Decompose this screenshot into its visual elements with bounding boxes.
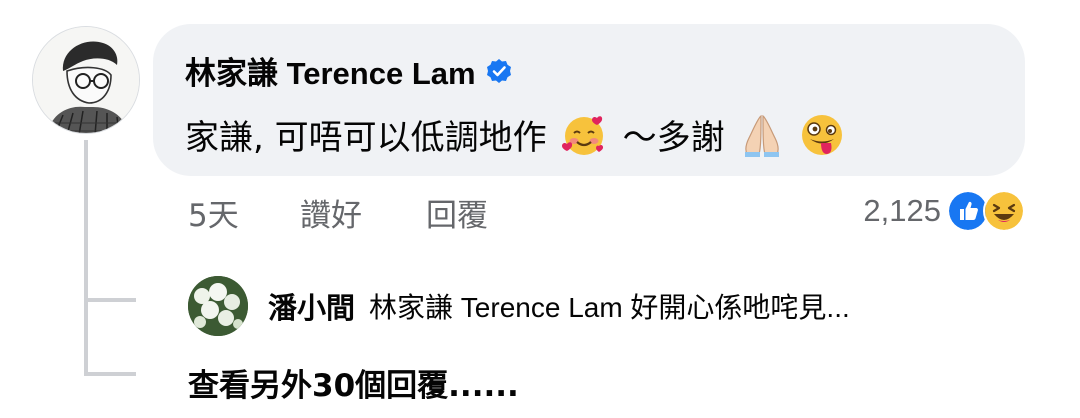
reaction-summary[interactable]: 2,125 — [863, 190, 1025, 232]
thread-line-branch-reply — [84, 298, 136, 302]
reply-author-name[interactable]: 潘小間 — [268, 285, 355, 327]
smiling-face-with-hearts-icon — [561, 115, 603, 155]
thread-line-branch-more — [84, 372, 136, 376]
reply-preview[interactable]: 潘小間 林家謙 Terence Lam 好開心係吔咤見... — [188, 276, 850, 336]
comment-author-row: 林家謙 Terence Lam — [185, 48, 512, 93]
zany-face-icon — [801, 114, 842, 155]
reply-author-avatar[interactable] — [188, 276, 248, 336]
commenter-avatar[interactable] — [32, 26, 140, 134]
thread-line-vertical — [84, 140, 88, 376]
haha-icon — [983, 190, 1025, 232]
like-button[interactable]: 讚好 — [300, 190, 362, 235]
verified-badge-icon — [486, 58, 511, 83]
comment-text-after: ～多謝 — [622, 118, 725, 158]
folded-hands-icon — [744, 114, 779, 157]
reply-text: 林家謙 Terence Lam 好開心係吔咤見... — [369, 292, 850, 323]
comment-author-name[interactable]: 林家謙 Terence Lam — [185, 48, 476, 93]
view-more-replies-link[interactable]: 查看另外30個回覆...... — [188, 360, 519, 405]
reaction-count: 2,125 — [863, 193, 941, 228]
reply-button[interactable]: 回覆 — [426, 190, 488, 235]
comment-bubble: 林家謙 Terence Lam 家謙, 可唔可以低調地作 ～多謝 — [153, 24, 1025, 176]
comment-text: 家謙, 可唔可以低調地作 ～多謝 — [185, 110, 853, 159]
comment-timestamp[interactable]: 5天 — [188, 190, 239, 235]
comment-text-main: 家謙, 可唔可以低調地作 — [185, 118, 547, 158]
